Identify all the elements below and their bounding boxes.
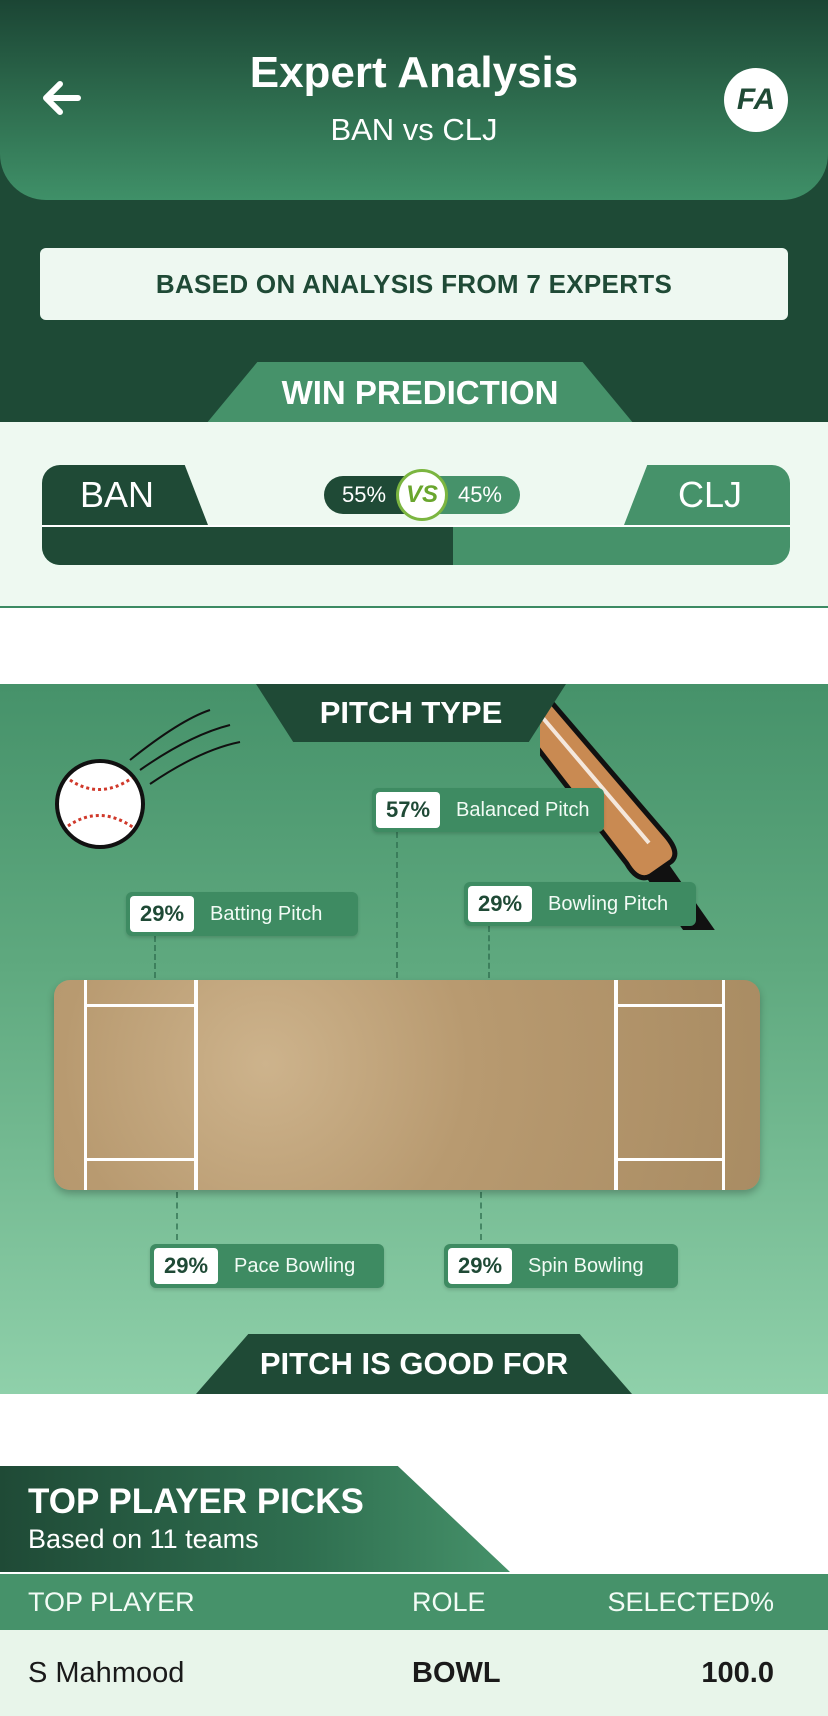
crease-line — [614, 1004, 724, 1007]
crease-line — [614, 1158, 724, 1161]
pace-connector — [176, 1192, 178, 1240]
experts-banner: BASED ON ANALYSIS FROM 7 EXPERTS — [40, 248, 788, 320]
stat-spin-bowling: 29% Spin Bowling — [444, 1244, 678, 1288]
stat-percentage: 57% — [376, 792, 441, 828]
column-header-selected: SELECTED% — [607, 1586, 774, 1617]
player-selected-pct: 100.0 — [701, 1656, 774, 1689]
bowling-connector — [488, 926, 490, 978]
expert-analysis-screen: Expert Analysis BAN vs CLJ FA BASED ON A… — [0, 0, 828, 1716]
picks-table-header: TOP PLAYER ROLE SELECTED% — [0, 1574, 828, 1630]
stat-label: Batting Pitch — [210, 902, 323, 925]
player-role: BOWL — [412, 1656, 501, 1689]
column-header-player: TOP PLAYER — [28, 1586, 195, 1617]
stat-percentage: 29% — [154, 1248, 219, 1284]
ball-icon — [55, 709, 241, 849]
team-a-label: BAN — [42, 465, 208, 525]
pitch-type-heading: PITCH TYPE — [256, 684, 566, 742]
stat-pace-bowling: 29% Pace Bowling — [150, 1244, 384, 1288]
stat-percentage: 29% — [130, 896, 195, 932]
stat-label: Balanced Pitch — [456, 798, 590, 821]
fa-logo[interactable]: FA — [724, 68, 788, 132]
crease-line — [84, 1158, 196, 1161]
balanced-connector — [396, 832, 398, 978]
win-probability-bar — [42, 525, 790, 565]
cricket-bat-icon — [540, 646, 719, 930]
stat-percentage: 29% — [468, 886, 533, 922]
stat-label: Pace Bowling — [234, 1254, 356, 1277]
stat-bowling-pitch: 29% Bowling Pitch — [464, 882, 696, 926]
vs-badge: VS — [396, 469, 448, 521]
player-name: S Mahmood — [28, 1656, 185, 1689]
win-prediction-heading: WIN PREDICTION — [206, 362, 634, 424]
stat-balanced-pitch: 57% Balanced Pitch — [372, 788, 604, 832]
stat-percentage: 29% — [448, 1248, 513, 1284]
batting-connector — [154, 936, 156, 978]
stat-label: Spin Bowling — [528, 1254, 644, 1277]
page-title: Expert Analysis — [249, 48, 579, 97]
pitch-illustration — [54, 980, 760, 1190]
match-subtitle: BAN vs CLJ — [330, 112, 498, 147]
team-b-label: CLJ — [624, 465, 790, 525]
stat-label: Bowling Pitch — [548, 892, 669, 915]
pitch-good-for-heading: PITCH IS GOOD FOR — [196, 1334, 632, 1394]
top-picks-title: TOP PLAYER PICKS — [28, 1482, 364, 1521]
table-row[interactable]: S Mahmood BOWL 100.0 — [0, 1630, 828, 1716]
crease-line — [84, 1004, 196, 1007]
header: Expert Analysis BAN vs CLJ FA — [0, 0, 828, 200]
top-picks-subtitle: Based on 11 teams — [28, 1524, 259, 1554]
spin-connector — [480, 1192, 482, 1240]
team-a-probability-fill — [42, 527, 454, 565]
stat-batting-pitch: 29% Batting Pitch — [126, 892, 358, 936]
column-header-role: ROLE — [412, 1586, 486, 1617]
